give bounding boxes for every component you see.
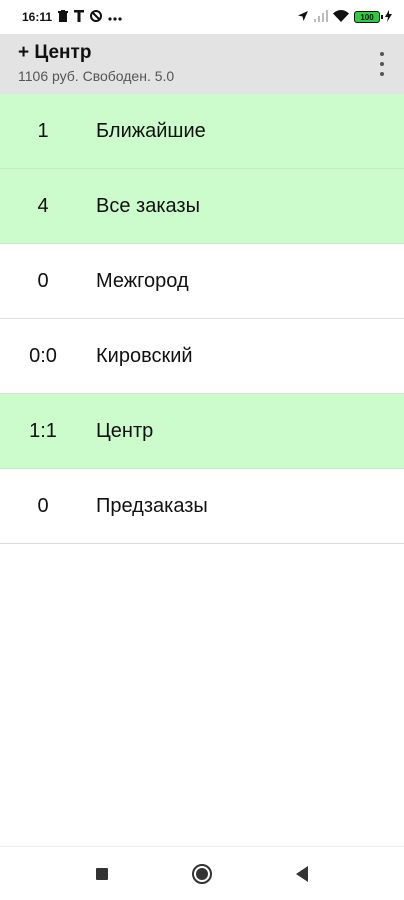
location-icon (297, 10, 309, 25)
list-item-count: 0:0 (29, 344, 57, 367)
back-button[interactable] (284, 856, 320, 892)
list-item-count: 1:1 (29, 419, 57, 442)
list-item-label: Все заказы (96, 194, 200, 217)
list-item-preorders[interactable]: 0 Предзаказы (0, 469, 404, 544)
list-item-label: Кировский (96, 344, 193, 367)
app-bar: + Центр 1106 руб. Свободен. 5.0 (0, 34, 404, 94)
signal-icon (314, 9, 328, 25)
battery-level: 100 (360, 12, 374, 22)
recents-icon (96, 867, 108, 880)
list-item-label: Центр (96, 419, 154, 442)
menu-dot (380, 52, 384, 56)
charging-icon (385, 9, 392, 25)
list-item-intercity[interactable]: 0 Межгород (0, 244, 404, 319)
recents-button[interactable] (84, 856, 120, 892)
list-item-count: 0 (37, 269, 49, 292)
more-icon (108, 11, 122, 23)
back-icon (296, 865, 308, 882)
menu-dot (380, 72, 384, 76)
list-item-count: 1 (37, 119, 49, 142)
page-subtitle: 1106 руб. Свободен. 5.0 (18, 68, 175, 84)
menu-dot (380, 62, 384, 66)
page-title: + Центр (18, 42, 92, 63)
status-bar-left: 16:11 (22, 10, 122, 24)
wifi-icon (333, 9, 349, 25)
system-nav-bar (0, 846, 404, 900)
list-item-count: 4 (37, 194, 49, 217)
list-item-all-orders[interactable]: 4 Все заказы (0, 169, 404, 244)
list-item-label: Предзаказы (96, 494, 208, 517)
list-item-kirovsky[interactable]: 0:0 Кировский (0, 319, 404, 394)
category-list: 1 Ближайшие 4 Все заказы 0 Межгород 0:0 … (0, 94, 404, 544)
list-item-label: Ближайшие (96, 119, 206, 142)
home-icon (192, 863, 212, 884)
status-bar: 16:11 100 (0, 0, 404, 34)
more-vert-icon[interactable] (374, 52, 390, 76)
battery-icon: 100 (354, 11, 383, 23)
t-icon (74, 10, 85, 24)
list-item-center[interactable]: 1:1 Центр (0, 394, 404, 469)
status-bar-right: 100 (297, 9, 392, 25)
no-sim-icon (90, 10, 103, 24)
status-time: 16:11 (22, 10, 53, 24)
list-item-nearest[interactable]: 1 Ближайшие (0, 94, 404, 169)
home-button[interactable] (184, 856, 220, 892)
trash-icon (58, 10, 69, 24)
list-item-label: Межгород (96, 269, 189, 292)
list-item-count: 0 (37, 494, 49, 517)
